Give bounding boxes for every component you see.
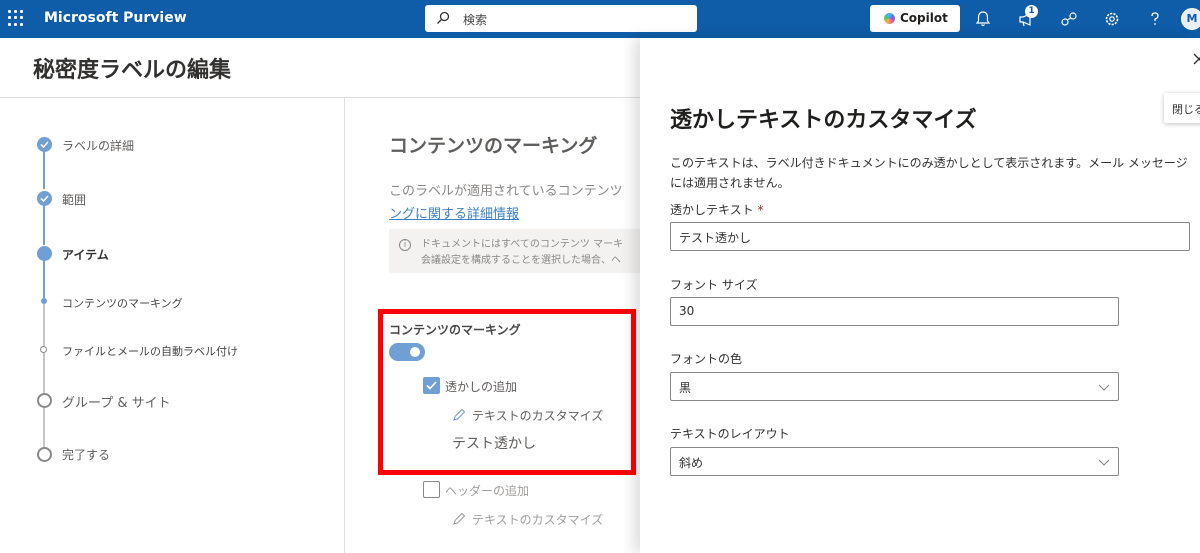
chevron-down-icon bbox=[1098, 459, 1110, 466]
info-icon: i bbox=[399, 239, 411, 251]
info-banner: i ドキュメントにはすべてのコンテンツ マーキ 会議設定を構成することを選択した… bbox=[389, 229, 640, 273]
bell-icon[interactable] bbox=[972, 8, 994, 30]
text-layout-value: 斜め bbox=[679, 456, 704, 470]
chevron-down-icon bbox=[1098, 384, 1110, 391]
step-label-items[interactable]: アイテム bbox=[62, 246, 109, 263]
top-bar: Microsoft Purview 検索 Copilot 1 M bbox=[0, 0, 1200, 38]
step-label-content-marking[interactable]: コンテンツのマーキング bbox=[62, 295, 183, 311]
search-box[interactable]: 検索 bbox=[425, 5, 697, 32]
customize-watermark-panel: 閉じる 透かしテキストのカスタマイズ このテキストは、ラベル付きドキュメントにの… bbox=[640, 38, 1200, 553]
search-icon bbox=[437, 11, 450, 24]
info-line: ドキュメントにはすべてのコンテンツ マーキ bbox=[421, 239, 624, 250]
watermark-text-label-text: 透かしテキスト bbox=[670, 203, 754, 217]
pencil-icon bbox=[453, 512, 466, 525]
text-layout-label: テキストのレイアウト bbox=[670, 427, 790, 441]
section-title: コンテンツのマーキング bbox=[389, 135, 598, 157]
panel-description: このテキストは、ラベル付きドキュメントにのみ透かしとして表示されます。メール メ… bbox=[670, 156, 1188, 190]
step-complete-icon bbox=[37, 137, 52, 152]
step-label-groups-sites[interactable]: グループ & サイト bbox=[62, 392, 171, 411]
connections-icon[interactable] bbox=[1058, 8, 1080, 30]
step-label-details[interactable]: ラベルの詳細 bbox=[62, 137, 134, 154]
step-connector bbox=[43, 205, 45, 245]
notification-badge: 1 bbox=[1025, 5, 1038, 18]
step-complete-icon bbox=[37, 191, 52, 206]
required-indicator: * bbox=[757, 203, 764, 217]
substep-pending-icon bbox=[40, 346, 47, 353]
avatar[interactable]: M bbox=[1181, 8, 1200, 30]
step-pending-icon bbox=[37, 447, 52, 462]
info-line: 会議設定を構成することを選択した場合、ヘ bbox=[421, 255, 621, 266]
divider bbox=[344, 97, 345, 553]
copilot-button[interactable]: Copilot bbox=[870, 5, 960, 32]
watermark-text-value: テスト透かし bbox=[679, 231, 752, 245]
font-color-value: 黒 bbox=[679, 381, 692, 395]
close-tooltip: 閉じる bbox=[1164, 93, 1200, 123]
divider bbox=[0, 97, 640, 98]
customize-header-label: テキストのカスタマイズ bbox=[472, 513, 604, 527]
text-layout-dropdown[interactable]: 斜め bbox=[670, 447, 1119, 476]
page-title: 秘密度ラベルの編集 bbox=[33, 58, 232, 83]
step-connector bbox=[43, 304, 45, 346]
info-text: ドキュメントにはすべてのコンテンツ マーキ 会議設定を構成することを選択した場合… bbox=[421, 237, 623, 269]
copilot-label: Copilot bbox=[900, 11, 948, 25]
font-color-dropdown[interactable]: 黒 bbox=[670, 372, 1119, 401]
font-size-label: フォント サイズ bbox=[670, 278, 758, 292]
font-size-value: 30 bbox=[679, 304, 695, 318]
step-pending-icon bbox=[37, 393, 52, 408]
section-description: このラベルが適用されているコンテンツ bbox=[389, 184, 623, 199]
step-connector bbox=[43, 260, 45, 298]
header-checkbox-label[interactable]: ヘッダーの追加 bbox=[445, 482, 529, 499]
step-label-auto-labeling[interactable]: ファイルとメールの自動ラベル付け bbox=[62, 343, 238, 359]
copilot-icon bbox=[884, 13, 895, 24]
font-color-label: フォントの色 bbox=[670, 352, 743, 366]
app-launcher-icon[interactable] bbox=[8, 10, 24, 26]
watermark-text-input[interactable]: テスト透かし bbox=[670, 222, 1190, 251]
search-placeholder: 検索 bbox=[463, 13, 488, 27]
close-tooltip-text: 閉じる bbox=[1172, 103, 1200, 116]
step-current-icon bbox=[37, 246, 52, 261]
gear-icon[interactable] bbox=[1101, 8, 1123, 30]
header-checkbox[interactable] bbox=[423, 481, 440, 498]
learn-more-link[interactable]: ングに関する詳細情報 bbox=[389, 203, 519, 222]
panel-title: 透かしテキストのカスタマイズ bbox=[670, 108, 977, 133]
help-icon[interactable] bbox=[1144, 8, 1166, 30]
step-connector bbox=[43, 353, 45, 393]
close-icon[interactable] bbox=[1192, 52, 1200, 66]
font-size-input[interactable]: 30 bbox=[670, 297, 1119, 326]
watermark-text-label: 透かしテキスト * bbox=[670, 201, 763, 218]
step-label-finish[interactable]: 完了する bbox=[62, 446, 110, 463]
step-connector bbox=[43, 151, 45, 189]
step-label-scope[interactable]: 範囲 bbox=[62, 191, 86, 208]
step-connector bbox=[43, 407, 45, 447]
app-title[interactable]: Microsoft Purview bbox=[44, 10, 187, 26]
highlight-box bbox=[378, 309, 636, 475]
substep-current-icon bbox=[41, 298, 47, 304]
